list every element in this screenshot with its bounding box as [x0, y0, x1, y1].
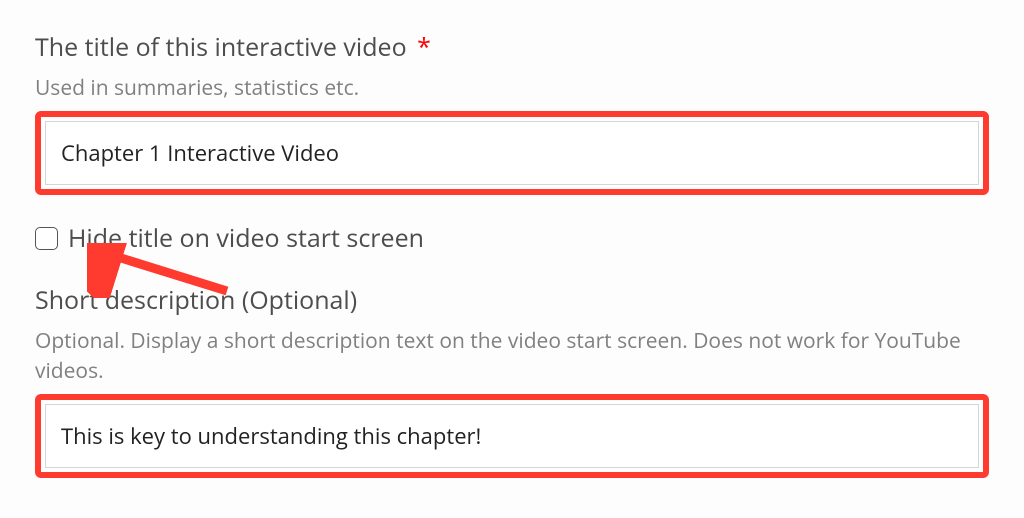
short-description-input[interactable]	[45, 404, 979, 468]
title-input-highlight	[35, 111, 989, 195]
title-hint: Used in summaries, statistics etc.	[35, 74, 989, 103]
short-description-hint: Optional. Display a short description te…	[35, 327, 989, 386]
hide-title-checkbox[interactable]	[35, 227, 58, 250]
short-description-field-group: Short description (Optional) Optional. D…	[35, 283, 989, 478]
hide-title-label[interactable]: Hide title on video start screen	[68, 221, 424, 255]
short-description-input-highlight	[35, 394, 989, 478]
hide-title-row: Hide title on video start screen	[35, 221, 989, 255]
required-asterisk: *	[417, 30, 431, 64]
title-label-text: The title of this interactive video	[35, 30, 407, 64]
title-label: The title of this interactive video *	[35, 30, 989, 64]
title-field-group: The title of this interactive video * Us…	[35, 30, 989, 195]
short-description-label: Short description (Optional)	[35, 283, 989, 317]
title-input[interactable]	[45, 121, 979, 185]
